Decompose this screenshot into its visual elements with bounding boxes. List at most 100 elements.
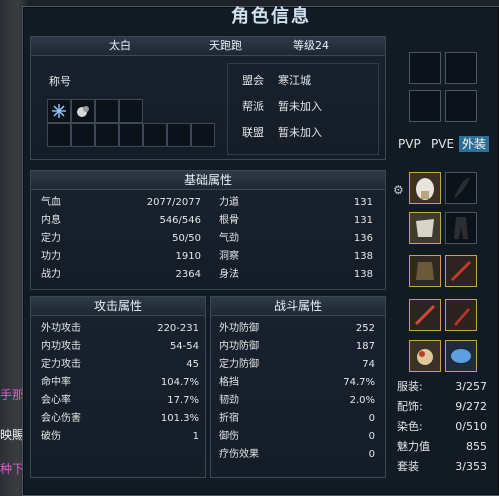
attack-attributes-panel: 攻击属性 外功攻击 220-231 内功攻击 54-54 定力攻击 45 命中率 104…	[30, 296, 206, 478]
attr-label: 洞察	[219, 251, 239, 262]
base-attr-row: 气劲 136	[219, 231, 373, 247]
title-slot-1[interactable]	[47, 99, 71, 123]
attr-label: 力道	[219, 197, 239, 208]
title-slot-3[interactable]	[95, 99, 119, 123]
combat-attr-row: 疗伤效果 0	[219, 447, 375, 463]
equip-slot-weapon-1[interactable]	[445, 255, 477, 287]
outfit-stat-row: 套装 3/353	[397, 459, 487, 475]
attr-value: 0	[368, 431, 375, 442]
attr-label: 外功防御	[219, 323, 259, 334]
equip-slot-shirt[interactable]	[409, 212, 441, 244]
base-attr-row: 战力 2364	[41, 267, 201, 283]
stat-label: 魅力值	[397, 440, 430, 453]
base-attr-row: 功力 1910	[41, 249, 201, 265]
equip-slot-feather[interactable]	[445, 172, 477, 204]
stat-label: 配饰:	[397, 400, 423, 413]
union-value: 暂未加入	[278, 126, 322, 139]
attack-attr-row: 定力攻击 45	[41, 357, 199, 373]
attr-label: 会心伤害	[41, 413, 81, 424]
base-attr-row: 根骨 131	[219, 213, 373, 229]
attr-value: 220-231	[157, 323, 199, 334]
alliance-label: 盟会	[242, 74, 264, 87]
equip-slot-armor[interactable]	[409, 255, 441, 287]
title-slot-8[interactable]	[119, 123, 143, 147]
outfit-stat-row: 染色: 0/510	[397, 419, 487, 435]
attack-attr-row: 外功攻击 220-231	[41, 321, 199, 337]
attr-value: 131	[353, 197, 373, 208]
attr-value: 0	[368, 449, 375, 460]
attr-label: 疗伤效果	[219, 449, 259, 460]
attr-label: 内功防御	[219, 341, 259, 352]
tab-pve[interactable]: PVE	[428, 136, 457, 152]
combat-attr-row: 折宿 0	[219, 411, 375, 427]
attr-label: 格挡	[219, 377, 239, 388]
blade-icon	[414, 304, 436, 326]
attr-label: 定力防御	[219, 359, 259, 370]
attr-value: 136	[353, 233, 373, 244]
snowflake-icon	[52, 104, 66, 118]
pants-icon	[454, 217, 468, 239]
attr-value: 0	[368, 413, 375, 424]
window-title: 角色信息	[231, 6, 311, 27]
attr-label: 定力	[41, 233, 61, 244]
attr-label: 气劲	[219, 233, 239, 244]
identity-panel: 太白 天跑跑 等级24 称号 盟会 寒江城 帮派 暂未加入 联盟 暂未加入	[30, 36, 386, 160]
combat-attr-row: 内功防御 187	[219, 339, 375, 355]
base-attr-row: 身法 138	[219, 267, 373, 283]
base-attr-row: 力道 131	[219, 195, 373, 211]
attr-label: 内息	[41, 215, 61, 226]
equip-slot-top-4[interactable]	[445, 90, 477, 122]
attr-value: 45	[186, 359, 199, 370]
background-text-3: 种下	[0, 462, 25, 476]
stat-label: 服装:	[397, 380, 423, 393]
attr-label: 破伤	[41, 431, 61, 442]
title-slot-10[interactable]	[167, 123, 191, 147]
equip-slot-pendant[interactable]	[445, 340, 477, 372]
attr-value: 50/50	[172, 233, 201, 244]
title-slot-7[interactable]	[95, 123, 119, 147]
combat-attr-row: 外功防御 252	[219, 321, 375, 337]
attr-value: 546/546	[159, 215, 201, 226]
equip-slot-pants[interactable]	[445, 212, 477, 244]
equip-slot-ornament[interactable]	[409, 340, 441, 372]
title-slot-9[interactable]	[143, 123, 167, 147]
outfit-stat-row: 魅力值 855	[397, 439, 487, 455]
equip-slot-top-1[interactable]	[409, 52, 441, 84]
equip-slot-weapon-2[interactable]	[409, 299, 441, 331]
equip-slot-top-2[interactable]	[445, 52, 477, 84]
outfit-stat-row: 服装: 3/257	[397, 379, 487, 395]
gear-icon[interactable]: ⚙	[393, 183, 404, 197]
title-slot-6[interactable]	[71, 123, 95, 147]
title-slot-5[interactable]	[47, 123, 71, 147]
attr-value: 74	[362, 359, 375, 370]
character-title-text: 天跑跑	[209, 39, 242, 52]
base-attributes-panel: 基础属性 气血 2077/2077 内息 546/546 定力 50/50 功力 191…	[30, 170, 386, 290]
title-slot-11[interactable]	[191, 123, 215, 147]
attr-value: 138	[353, 269, 373, 280]
character-info-window: 角色信息 太白 天跑跑 等级24 称号 盟会 寒江城 帮派 暂未加入 联盟 暂未…	[22, 6, 499, 496]
equip-slot-top-3[interactable]	[409, 90, 441, 122]
attack-attr-row: 会心率 17.7%	[41, 393, 199, 409]
attr-label: 韧劲	[219, 395, 239, 406]
base-attr-row: 内息 546/546	[41, 213, 201, 229]
combat-attr-row: 御伤 0	[219, 429, 375, 445]
tab-pvp[interactable]: PVP	[395, 136, 424, 152]
equip-slot-weapon-3[interactable]	[445, 299, 477, 331]
title-slot-2[interactable]	[71, 99, 95, 123]
stat-value: 3/353	[455, 460, 487, 473]
attr-label: 功力	[41, 251, 61, 262]
attr-value: 104.7%	[160, 377, 199, 388]
attr-value: 54-54	[169, 341, 199, 352]
base-attr-row: 洞察 138	[219, 249, 373, 265]
identity-header: 太白 天跑跑 等级24	[31, 37, 385, 56]
background-text-2: 映賜	[0, 428, 25, 442]
attr-label: 根骨	[219, 215, 239, 226]
title-slot-4[interactable]	[119, 99, 143, 123]
sect-value: 暂未加入	[278, 100, 322, 113]
attack-attr-row: 破伤 1	[41, 429, 199, 445]
attack-attr-row: 会心伤害 101.3%	[41, 411, 199, 427]
armor-icon	[416, 262, 434, 280]
tab-outfit[interactable]: 外装	[459, 136, 490, 152]
equip-slot-headwear[interactable]	[409, 172, 441, 204]
feather-icon	[454, 177, 470, 199]
